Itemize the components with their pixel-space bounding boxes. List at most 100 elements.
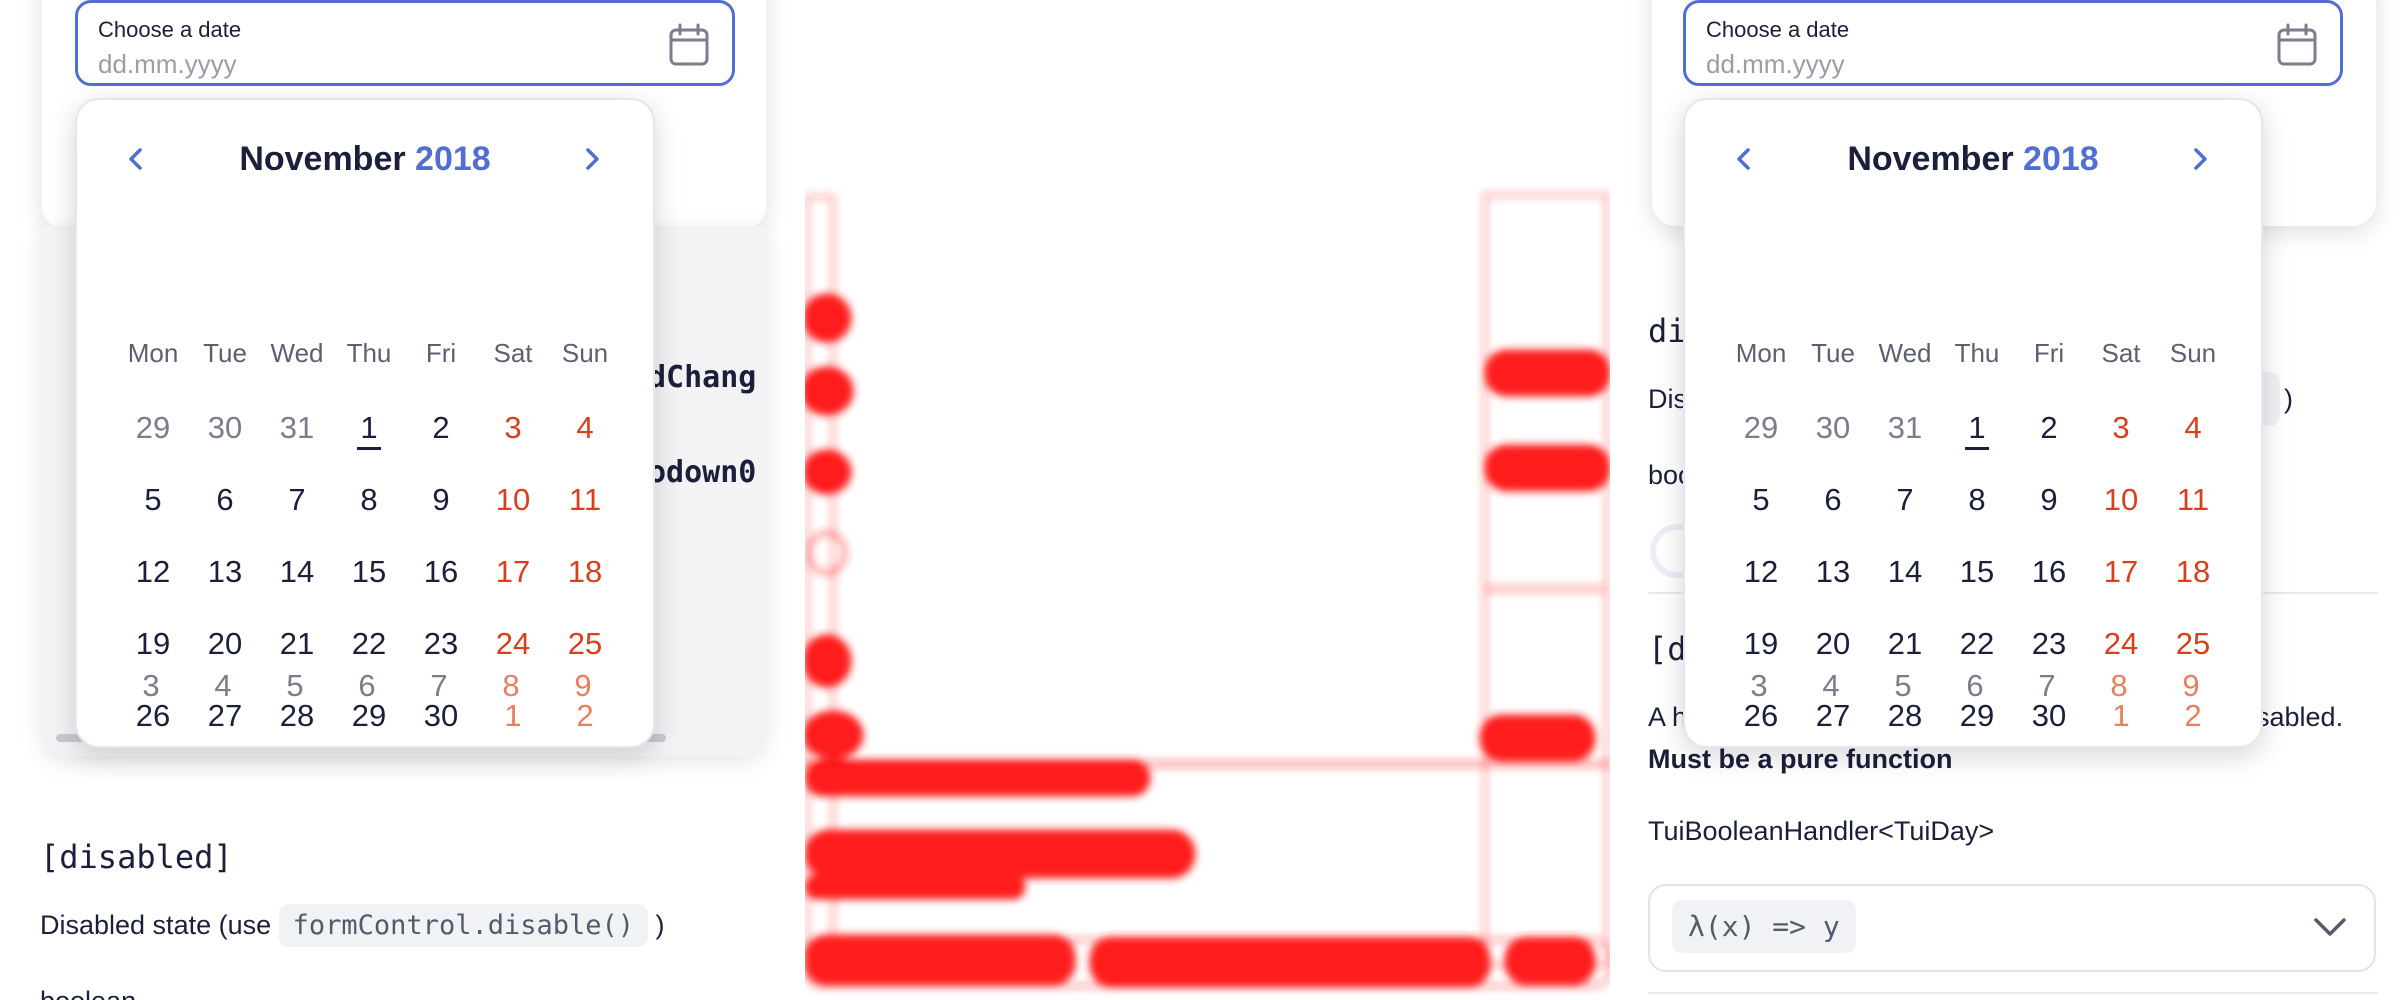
day-cell[interactable]: 31 <box>1869 406 1941 450</box>
day-cell[interactable]: 15 <box>333 550 405 594</box>
date-input-placeholder: dd.mm.yyyy <box>1706 49 1845 79</box>
next-month-icon[interactable] <box>2185 144 2215 174</box>
day-cell[interactable]: 30 <box>1797 406 1869 450</box>
day-cell[interactable]: 24 <box>477 622 549 666</box>
day-cell[interactable]: 3 <box>115 664 187 708</box>
day-cell[interactable]: 9 <box>547 664 619 708</box>
day-cell[interactable]: 20 <box>189 622 261 666</box>
day-cell[interactable]: 9 <box>405 478 477 522</box>
day-cell[interactable]: 18 <box>2157 550 2229 594</box>
day-cell[interactable]: 24 <box>2085 622 2157 666</box>
day-cell[interactable]: 8 <box>475 664 547 708</box>
day-cell[interactable]: 7 <box>403 664 475 708</box>
code-snippet-2: odown0 <box>648 455 757 490</box>
day-cell[interactable]: 21 <box>1869 622 1941 666</box>
day-cell[interactable]: 10 <box>477 478 549 522</box>
day-cell[interactable]: 25 <box>2157 622 2229 666</box>
calendar-week: 3 4 5 6 7 8 9 <box>115 664 619 708</box>
calendar-year[interactable]: 2018 <box>415 140 491 178</box>
day-cell[interactable]: 11 <box>549 478 621 522</box>
date-input-placeholder: dd.mm.yyyy <box>98 49 237 79</box>
day-cell[interactable]: 8 <box>333 478 405 522</box>
right-handler-title-partial: [d <box>1648 630 1687 668</box>
day-cell[interactable]: 23 <box>405 622 477 666</box>
day-cell[interactable]: 21 <box>261 622 333 666</box>
day-cell[interactable]: 14 <box>1869 550 1941 594</box>
calendar-dropdown-left: November 2018 Mon Tue Wed Thu Fri Sat Su… <box>75 98 655 748</box>
day-cell[interactable]: 16 <box>2013 550 2085 594</box>
calendar-title[interactable]: November 2018 <box>77 140 653 179</box>
day-cell[interactable]: 12 <box>1725 550 1797 594</box>
day-cell[interactable]: 25 <box>549 622 621 666</box>
day-cell[interactable]: 31 <box>261 406 333 450</box>
day-cell[interactable]: 9 <box>2013 478 2085 522</box>
day-cell[interactable]: 19 <box>117 622 189 666</box>
calendar-icon[interactable] <box>2276 23 2318 67</box>
weekday-label: Wed <box>270 338 324 368</box>
day-cell[interactable]: 29 <box>1725 406 1797 450</box>
day-cell[interactable]: 2 <box>2013 406 2085 450</box>
day-cell[interactable]: 4 <box>2157 406 2229 450</box>
day-cell[interactable]: 2 <box>405 406 477 450</box>
handler-type: TuiBooleanHandler<TuiDay> <box>1648 816 1995 846</box>
day-cell[interactable]: 6 <box>1797 478 1869 522</box>
day-cell[interactable]: 13 <box>1797 550 1869 594</box>
handler-note: Must be a pure function <box>1648 744 1953 774</box>
day-cell[interactable]: 29 <box>117 406 189 450</box>
day-cell[interactable]: 6 <box>189 478 261 522</box>
day-cell[interactable]: 18 <box>549 550 621 594</box>
day-cell-today[interactable]: 1 <box>1941 406 2013 450</box>
date-input[interactable]: Choose a date dd.mm.yyyy <box>75 0 735 86</box>
day-cell[interactable]: 15 <box>1941 550 2013 594</box>
day-cell[interactable]: 5 <box>117 478 189 522</box>
day-cell[interactable]: 20 <box>1797 622 1869 666</box>
day-cell[interactable]: 13 <box>189 550 261 594</box>
day-cell[interactable]: 5 <box>1725 478 1797 522</box>
disabled-prop-title: [disabled] <box>40 838 233 876</box>
day-cell[interactable]: 8 <box>1941 478 2013 522</box>
day-cell[interactable]: 22 <box>1941 622 2013 666</box>
day-cell[interactable]: 7 <box>2011 664 2083 708</box>
day-cell[interactable]: 30 <box>189 406 261 450</box>
day-cell[interactable]: 4 <box>549 406 621 450</box>
day-cell[interactable]: 6 <box>1939 664 2011 708</box>
day-cell[interactable]: 8 <box>2083 664 2155 708</box>
day-cell[interactable]: 7 <box>1869 478 1941 522</box>
day-cell[interactable]: 14 <box>261 550 333 594</box>
day-cell[interactable]: 16 <box>405 550 477 594</box>
day-cell[interactable]: 5 <box>1867 664 1939 708</box>
calendar-month[interactable]: November <box>1847 140 2013 178</box>
weekday-label: Tue <box>203 338 247 368</box>
day-cell[interactable]: 3 <box>1723 664 1795 708</box>
weekday-label: Thu <box>1954 338 2000 368</box>
calendar-week: 19 20 21 22 23 24 25 <box>1725 622 2229 666</box>
calendar-icon[interactable] <box>668 23 710 67</box>
day-cell[interactable]: 19 <box>1725 622 1797 666</box>
date-input-right[interactable]: Choose a date dd.mm.yyyy <box>1683 0 2343 86</box>
day-cell[interactable]: 4 <box>1795 664 1867 708</box>
day-cell[interactable]: 17 <box>477 550 549 594</box>
day-cell[interactable]: 17 <box>2085 550 2157 594</box>
day-cell[interactable]: 3 <box>477 406 549 450</box>
day-cell[interactable]: 4 <box>187 664 259 708</box>
day-cell[interactable]: 22 <box>333 622 405 666</box>
day-cell[interactable]: 10 <box>2085 478 2157 522</box>
day-cell-today[interactable]: 1 <box>333 406 405 450</box>
day-cell[interactable]: 9 <box>2155 664 2227 708</box>
handler-select[interactable]: λ(x) => y <box>1648 884 2376 972</box>
day-cell[interactable]: 5 <box>259 664 331 708</box>
calendar-month[interactable]: November <box>239 140 405 178</box>
weekday-label: Sun <box>2169 338 2217 368</box>
day-cell[interactable]: 6 <box>331 664 403 708</box>
calendar-year[interactable]: 2018 <box>2023 140 2099 178</box>
day-cell[interactable]: 12 <box>117 550 189 594</box>
day-cell[interactable]: 7 <box>261 478 333 522</box>
date-input-label: Choose a date <box>1706 17 1850 42</box>
calendar-title[interactable]: November 2018 <box>1685 140 2261 179</box>
day-cell[interactable]: 11 <box>2157 478 2229 522</box>
day-cell[interactable]: 23 <box>2013 622 2085 666</box>
day-cell[interactable]: 3 <box>2085 406 2157 450</box>
next-month-icon[interactable] <box>577 144 607 174</box>
calendar-week: 12 13 14 15 16 17 18 <box>117 550 621 594</box>
chevron-down-icon[interactable] <box>2310 916 2350 940</box>
